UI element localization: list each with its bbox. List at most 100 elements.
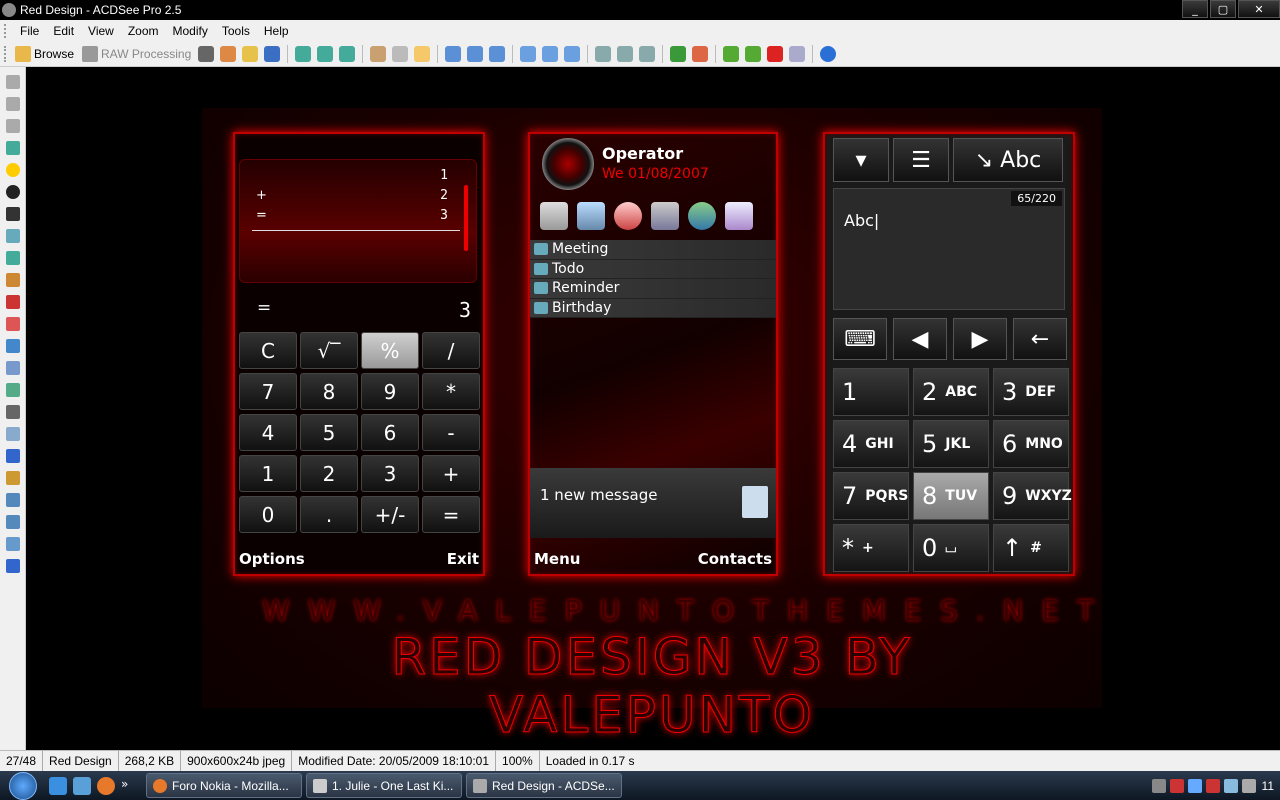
keypad-key-5[interactable]: 5 JKL xyxy=(913,420,989,468)
portrait-icon[interactable] xyxy=(6,207,20,221)
browse-button[interactable]: Browse xyxy=(11,43,78,65)
backspace-button[interactable]: ← xyxy=(1013,318,1067,360)
media-icon[interactable] xyxy=(725,202,753,230)
exit-softkey[interactable]: Exit xyxy=(447,550,479,568)
calc-key-plus[interactable]: + xyxy=(422,455,480,492)
image-viewer[interactable]: 1 + 2 = 3 = 3 C √‾ % / 7 8 9 * 4 5 6 - 1… xyxy=(26,67,1280,750)
clone-icon[interactable] xyxy=(6,427,20,441)
calc-key-3[interactable]: 3 xyxy=(361,455,419,492)
quicklaunch-overflow-icon[interactable]: » xyxy=(121,777,139,795)
input-mode-button[interactable]: ↘ Abc xyxy=(953,138,1063,182)
calc-key-7[interactable]: 7 xyxy=(239,373,297,410)
minimize-button[interactable]: _ xyxy=(1182,0,1208,18)
keypad-key-4[interactable]: 4 GHI xyxy=(833,420,909,468)
tool-icon-3[interactable] xyxy=(6,119,20,133)
calc-key-sign[interactable]: +/- xyxy=(361,496,419,533)
actual-size-icon[interactable] xyxy=(467,45,484,62)
open-folder-icon[interactable] xyxy=(242,45,259,62)
menu-edit[interactable]: Edit xyxy=(46,24,81,38)
zoom-out-icon[interactable] xyxy=(542,45,559,62)
properties-icon[interactable] xyxy=(789,45,806,62)
cursor-right-button[interactable]: ▶ xyxy=(953,318,1007,360)
raw-save-icon[interactable] xyxy=(198,45,215,62)
crop-icon[interactable] xyxy=(6,405,20,419)
taskbar-item-acdsee[interactable]: Red Design - ACDSe... xyxy=(466,773,622,798)
calc-key-1[interactable]: 1 xyxy=(239,455,297,492)
tool-icon-1[interactable] xyxy=(6,75,20,89)
red-eye-icon[interactable] xyxy=(6,317,20,331)
keypad-key-6[interactable]: 6 MNO xyxy=(993,420,1069,468)
border-icon[interactable] xyxy=(6,559,20,573)
show-desktop-icon[interactable] xyxy=(73,776,91,795)
previous-image-icon[interactable] xyxy=(295,45,312,62)
calc-key-decimal[interactable]: . xyxy=(300,496,358,533)
calc-key-8[interactable]: 8 xyxy=(300,373,358,410)
firefox-icon[interactable] xyxy=(97,776,115,795)
calc-key-multiply[interactable]: * xyxy=(422,373,480,410)
menu-help[interactable]: Help xyxy=(257,24,296,38)
keypad-key-3[interactable]: 3 DEF xyxy=(993,368,1069,416)
calc-key-divide[interactable]: / xyxy=(422,332,480,369)
effects-icon[interactable] xyxy=(6,383,20,397)
menu-zoom[interactable]: Zoom xyxy=(121,24,166,38)
calc-key-minus[interactable]: - xyxy=(422,414,480,451)
calc-key-6[interactable]: 6 xyxy=(361,414,419,451)
tray-network-icon[interactable] xyxy=(1223,778,1238,793)
calc-key-5[interactable]: 5 xyxy=(300,414,358,451)
keypad-key-0[interactable]: 0 ⌴ xyxy=(913,524,989,572)
start-button[interactable] xyxy=(0,771,46,800)
edit-icon[interactable] xyxy=(220,45,237,62)
red-tag-icon[interactable] xyxy=(692,45,709,62)
color-icon[interactable] xyxy=(6,295,20,309)
contacts-softkey[interactable]: Contacts xyxy=(698,550,772,568)
hand-tool-icon[interactable] xyxy=(370,45,387,62)
perspective-icon[interactable] xyxy=(6,515,20,529)
keypad-key-9[interactable]: 9 WXYZ xyxy=(993,472,1072,520)
keypad-key-8[interactable]: 8 TUV xyxy=(913,472,989,520)
menu-modify[interactable]: Modify xyxy=(166,24,215,38)
menu-softkey[interactable]: Menu xyxy=(534,550,580,568)
zoom-in-icon[interactable] xyxy=(520,45,537,62)
delete-icon[interactable] xyxy=(767,45,784,62)
notes-icon[interactable] xyxy=(577,202,605,230)
gallery-icon[interactable] xyxy=(651,202,679,230)
chart-icon[interactable] xyxy=(6,251,20,265)
tool-icon-4[interactable] xyxy=(6,141,20,155)
clock-time[interactable]: 11 xyxy=(1262,779,1274,793)
keypad-key-hash[interactable]: ↑ # xyxy=(993,524,1069,572)
calc-key-0[interactable]: 0 xyxy=(239,496,297,533)
menu-tools[interactable]: Tools xyxy=(215,24,257,38)
options-button[interactable]: ☰ xyxy=(893,138,949,182)
tray-alert-icon[interactable] xyxy=(1205,778,1220,793)
calc-key-percent[interactable]: % xyxy=(361,332,419,369)
zoom-tool-icon[interactable] xyxy=(414,45,431,62)
tray-app-icon[interactable] xyxy=(1151,778,1166,793)
levels-icon[interactable] xyxy=(6,273,20,287)
calc-key-4[interactable]: 4 xyxy=(239,414,297,451)
slideshow-icon[interactable] xyxy=(339,45,356,62)
maximize-button[interactable]: ▢ xyxy=(1210,0,1236,18)
tool-icon-2[interactable] xyxy=(6,97,20,111)
copy-icon[interactable] xyxy=(745,45,762,62)
new-message-bar[interactable]: 1 new message xyxy=(530,468,776,538)
select-tool-icon[interactable] xyxy=(392,45,409,62)
list-item[interactable]: Meeting xyxy=(530,240,776,260)
keypad-key-7[interactable]: 7 PQRS xyxy=(833,472,909,520)
web-icon[interactable] xyxy=(688,202,716,230)
internet-explorer-icon[interactable] xyxy=(49,776,67,795)
calc-key-c[interactable]: C xyxy=(239,332,297,369)
keypad-key-star[interactable]: * + xyxy=(833,524,909,572)
cursor-left-button[interactable]: ◀ xyxy=(893,318,947,360)
calc-key-9[interactable]: 9 xyxy=(361,373,419,410)
toolbar-grip-icon[interactable] xyxy=(4,45,7,62)
fit-image-icon[interactable] xyxy=(445,45,462,62)
help-icon[interactable] xyxy=(820,45,837,62)
list-item[interactable]: Todo xyxy=(530,259,776,279)
rotate-tool-icon[interactable] xyxy=(6,537,20,551)
text-editor[interactable]: 65/220 Abc| xyxy=(833,188,1065,310)
zoom-menu-icon[interactable] xyxy=(564,45,581,62)
tray-settings-icon[interactable] xyxy=(1187,778,1202,793)
contrast-icon[interactable] xyxy=(6,185,20,199)
calc-key-equals[interactable]: = xyxy=(422,496,480,533)
next-image-icon[interactable] xyxy=(317,45,334,62)
